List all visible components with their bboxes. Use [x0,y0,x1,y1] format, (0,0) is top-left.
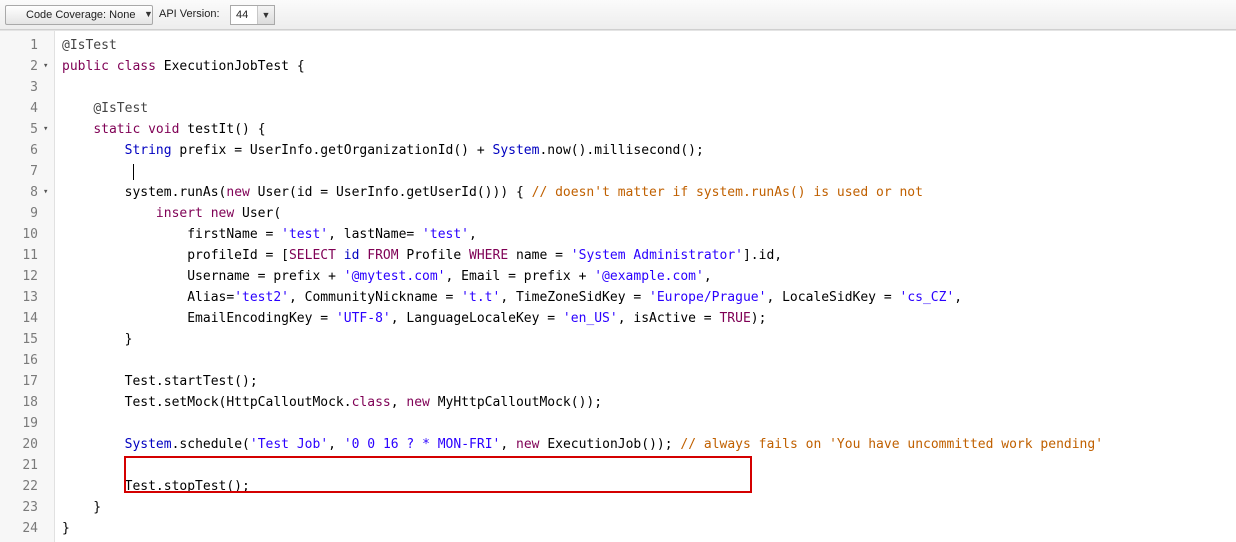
line-number: 13 [22,290,38,305]
code-line[interactable]: 20 System.schedule('Test Job', '0 0 16 ?… [0,434,1236,455]
code-text: firstName = 'test', lastName= 'test', [62,227,477,242]
code-text: } [62,332,133,347]
code-line[interactable]: 16 [0,350,1236,371]
code-text: } [62,500,102,515]
editor-toolbar: Code Coverage: None ▼ API Version: 44 ▼ [0,0,1236,30]
line-number: 3 [30,80,38,95]
code-line[interactable]: 15 } [0,329,1236,350]
code-text: Username = prefix + '@mytest.com', Email… [62,269,712,284]
line-number: 14 [22,311,38,326]
code-coverage-dropdown[interactable]: Code Coverage: None ▼ [5,5,153,25]
line-number: 17 [22,374,38,389]
code-text: static void testIt() { [93,122,266,137]
code-text: System.schedule('Test Job', '0 0 16 ? * … [124,437,1104,452]
code-line[interactable]: 19 [0,413,1236,434]
line-number: 19 [22,416,38,431]
chevron-down-icon: ▼ [144,9,153,19]
line-number: 8 [30,185,38,200]
text-caret [133,164,134,180]
line-number: 11 [22,248,38,263]
line-number: 22 [22,479,38,494]
code-line[interactable]: 18 Test.setMock(HttpCalloutMock.class, n… [0,392,1236,413]
code-line[interactable]: 9 insert new User( [0,203,1236,224]
code-line[interactable]: 2 ▾ public class ExecutionJobTest { [0,56,1236,77]
code-line[interactable]: 10 firstName = 'test', lastName= 'test', [0,224,1236,245]
code-text: insert new User( [155,206,282,221]
line-number: 20 [22,437,38,452]
code-line[interactable]: 13 Alias='test2', CommunityNickname = 't… [0,287,1236,308]
code-text: @IsTest [62,38,117,53]
code-line[interactable]: 8 ▾ system.runAs(new User(id = UserInfo.g… [0,182,1236,203]
line-number: 2 [30,59,38,74]
line-number: 9 [30,206,38,221]
line-number: 24 [22,521,38,536]
code-line[interactable]: 7 [0,161,1236,182]
code-line[interactable]: 12 Username = prefix + '@mytest.com', Em… [0,266,1236,287]
code-text: public class ExecutionJobTest { [62,59,305,74]
code-line[interactable]: 14 EmailEncodingKey = 'UTF-8', LanguageL… [0,308,1236,329]
code-line[interactable]: 4 @IsTest [0,98,1236,119]
line-number: 16 [22,353,38,368]
code-line[interactable]: 6 String prefix = UserInfo.getOrganizati… [0,140,1236,161]
chevron-down-icon[interactable]: ▼ [257,6,274,24]
code-text: Alias='test2', CommunityNickname = 't.t'… [62,290,963,305]
code-text: } [62,521,70,536]
code-line[interactable]: 17 Test.startTest(); [0,371,1236,392]
line-number: 4 [30,101,38,116]
line-number: 21 [22,458,38,473]
code-text: @IsTest [93,101,149,116]
code-text: EmailEncodingKey = 'UTF-8', LanguageLoca… [62,311,767,326]
line-number: 18 [22,395,38,410]
code-text: profileId = [SELECT id FROM Profile WHER… [62,248,783,263]
code-coverage-label: Code Coverage: None [26,9,136,21]
line-number: 23 [22,500,38,515]
api-version-select[interactable]: 44 ▼ [230,5,275,25]
line-number: 6 [30,143,38,158]
fold-toggle-icon[interactable]: ▾ [43,56,48,77]
line-number: 7 [30,164,38,179]
line-number: 5 [30,122,38,137]
line-number: 10 [22,227,38,242]
api-version-label: API Version: [159,8,220,20]
code-text: Test.setMock(HttpCalloutMock.class, new … [62,395,603,410]
code-line[interactable]: 3 [0,77,1236,98]
code-editor[interactable]: 1 @IsTest 2 ▾ public class ExecutionJobTest … [0,30,1236,542]
highlight-box [124,456,752,493]
fold-toggle-icon[interactable]: ▾ [43,182,48,203]
code-line[interactable]: 24} [0,518,1236,539]
line-number: 15 [22,332,38,347]
code-text: system.runAs(new User(id = UserInfo.getU… [62,185,923,200]
line-number: 1 [30,38,38,53]
code-line[interactable]: 23 } [0,497,1236,518]
code-line[interactable]: 5 ▾ static void testIt() { [0,119,1236,140]
api-version-value: 44 [236,9,249,21]
code-text: Test.startTest(); [62,374,258,389]
line-number: 12 [22,269,38,284]
fold-toggle-icon[interactable]: ▾ [43,119,48,140]
code-line[interactable]: 1 @IsTest [0,35,1236,56]
code-text: String prefix = UserInfo.getOrganization… [124,143,704,158]
code-line[interactable]: 11 profileId = [SELECT id FROM Profile W… [0,245,1236,266]
